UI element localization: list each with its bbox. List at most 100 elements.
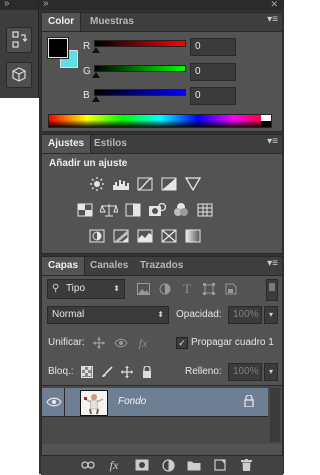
vibrance-icon[interactable]: [184, 176, 202, 192]
black-white-icon[interactable]: [124, 202, 142, 218]
blue-slider-handle[interactable]: [92, 96, 100, 102]
levels-icon[interactable]: [112, 176, 130, 192]
tab-swatches[interactable]: Muestras: [84, 13, 140, 31]
lock-label: Bloq.:: [48, 366, 74, 377]
lock-transparent-pixels-icon[interactable]: [78, 364, 96, 380]
layer-lock-icon: [244, 394, 254, 410]
color-lookup-icon[interactable]: [196, 202, 214, 218]
tab-paths[interactable]: Trazados: [134, 257, 189, 275]
unify-label: Unificar:: [48, 337, 85, 348]
brightness-contrast-icon[interactable]: [88, 176, 106, 192]
dock-title-bar[interactable]: »: [0, 0, 38, 10]
panel-menu-icon[interactable]: ▾≡: [267, 258, 278, 269]
layer-list-scrollbar[interactable]: [270, 388, 280, 442]
posterize-icon[interactable]: [112, 228, 130, 244]
dock-title-bar[interactable]: » ✕: [39, 0, 284, 10]
curves-icon[interactable]: [136, 176, 154, 192]
3d-panel-button[interactable]: [6, 62, 32, 88]
close-icon[interactable]: ✕: [270, 0, 278, 10]
red-slider-handle[interactable]: [92, 47, 100, 53]
panel-menu-icon[interactable]: ▾≡: [267, 14, 278, 25]
layer-thumbnail[interactable]: [80, 390, 108, 416]
fx-icon[interactable]: fx: [105, 457, 123, 473]
link-layers-icon[interactable]: [79, 457, 97, 473]
layer-filter-value: Tipo: [65, 283, 86, 294]
adjustment-layer-icon[interactable]: [159, 457, 177, 473]
fill-dropdown-icon[interactable]: ▾: [264, 363, 278, 381]
lock-image-pixels-icon[interactable]: [98, 364, 116, 380]
adjustments-panel: Ajustes Estilos ▾≡ Añadir un ajuste: [41, 134, 283, 254]
visibility-eye-icon[interactable]: [46, 394, 62, 410]
search-icon: ⚲: [52, 283, 60, 294]
history-icon: [12, 31, 28, 48]
collapse-grip-icon[interactable]: »: [43, 0, 49, 9]
tab-layers[interactable]: Capas: [42, 257, 86, 275]
filter-toggle-switch[interactable]: [266, 279, 278, 301]
layers-bottom-toolbar: fx: [41, 455, 283, 475]
propagate-frame-checkbox[interactable]: ✓: [176, 337, 188, 349]
tab-channels[interactable]: Canales: [84, 257, 134, 275]
green-label: G: [83, 66, 91, 77]
layer-name[interactable]: Fondo: [118, 396, 146, 407]
new-layer-icon[interactable]: [211, 457, 229, 473]
delete-layer-icon[interactable]: [237, 457, 255, 473]
filter-adjustment-icon[interactable]: [156, 281, 174, 297]
panel-menu-icon[interactable]: ▾≡: [267, 136, 278, 147]
color-panel-tabs: Color Muestras ▾≡: [42, 13, 282, 32]
filter-type-icon[interactable]: T: [178, 281, 196, 297]
red-value-field[interactable]: 0: [190, 38, 236, 56]
opacity-field[interactable]: 100%: [228, 306, 262, 324]
fill-label: Relleno:: [185, 366, 222, 377]
history-panel-button[interactable]: [6, 27, 32, 53]
propagate-frame-label: Propagar cuadro 1: [191, 337, 274, 348]
layer-row[interactable]: Fondo: [42, 388, 268, 417]
filter-shape-icon[interactable]: [200, 281, 218, 297]
collapse-grip-icon[interactable]: »: [4, 0, 10, 9]
green-slider-track[interactable]: [94, 65, 186, 72]
hue-saturation-icon[interactable]: [76, 202, 94, 218]
unify-visibility-icon[interactable]: [112, 335, 130, 351]
foreground-color-swatch[interactable]: [47, 37, 69, 59]
filter-smart-object-icon[interactable]: [222, 281, 240, 297]
layer-filter-select[interactable]: ⚲ Tipo ⬍: [47, 279, 125, 299]
green-slider-handle[interactable]: [92, 72, 100, 78]
3d-cube-icon: [12, 67, 26, 82]
tab-color[interactable]: Color: [42, 13, 82, 31]
group-folder-icon[interactable]: [185, 457, 203, 473]
filter-pixel-icon[interactable]: [134, 281, 152, 297]
invert-icon[interactable]: [88, 228, 106, 244]
eye-column-divider: [64, 388, 65, 416]
unify-style-icon[interactable]: fx: [134, 335, 152, 351]
add-adjustment-heading: Añadir un ajuste: [49, 158, 128, 169]
collapsed-panel-dock: »: [0, 0, 39, 98]
red-slider-track[interactable]: [94, 40, 186, 47]
blend-mode-value: Normal: [52, 309, 85, 320]
layers-panel: Capas Canales Trazados ▾≡ ⚲ Tipo ⬍ T Nor…: [41, 256, 283, 456]
exposure-icon[interactable]: [160, 176, 178, 192]
color-balance-icon[interactable]: [100, 202, 118, 218]
layer-mask-icon[interactable]: [133, 457, 151, 473]
adjustments-panel-tabs: Ajustes Estilos ▾≡: [42, 135, 282, 154]
tab-styles[interactable]: Estilos: [88, 135, 133, 153]
color-panel: Color Muestras ▾≡ R 0 G 0 B 0: [41, 12, 283, 132]
color-spectrum-ramp[interactable]: [48, 114, 272, 128]
blend-mode-select[interactable]: Normal ⬍: [47, 306, 169, 324]
blue-label: B: [83, 90, 90, 101]
red-label: R: [83, 41, 91, 52]
blue-value-field[interactable]: 0: [190, 87, 236, 105]
opacity-dropdown-icon[interactable]: ▾: [264, 306, 278, 324]
layers-panel-tabs: Capas Canales Trazados ▾≡: [42, 257, 282, 276]
tab-adjustments[interactable]: Ajustes: [42, 135, 92, 153]
selective-color-icon[interactable]: [160, 228, 178, 244]
lock-all-icon[interactable]: [138, 364, 156, 380]
unify-position-icon[interactable]: [90, 335, 108, 351]
gradient-map-icon[interactable]: [184, 228, 202, 244]
threshold-icon[interactable]: [136, 228, 154, 244]
channel-mixer-icon[interactable]: [172, 202, 190, 218]
blue-slider-track[interactable]: [94, 89, 186, 96]
green-value-field[interactable]: 0: [190, 63, 236, 81]
fill-field[interactable]: 100%: [228, 363, 262, 381]
panel-dock: » ✕ Color Muestras ▾≡ R 0 G 0 B 0 Ajuste…: [39, 0, 284, 475]
photo-filter-icon[interactable]: [148, 202, 166, 218]
lock-position-icon[interactable]: [118, 364, 136, 380]
